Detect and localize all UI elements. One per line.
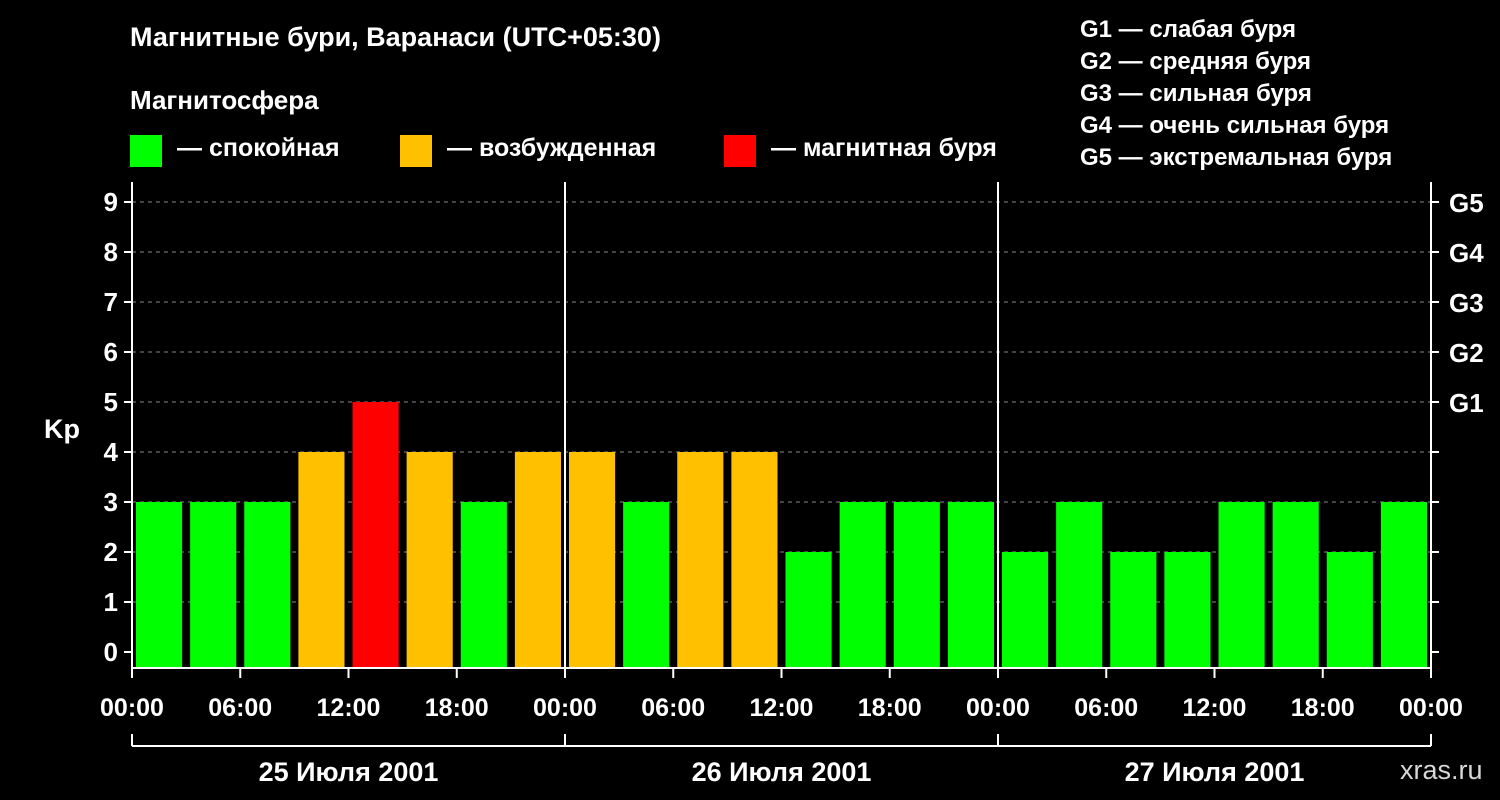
- x-tick-label: 00:00: [533, 694, 597, 722]
- watermark: xras.ru: [1400, 755, 1483, 785]
- y-tick-label: 4: [104, 437, 119, 467]
- x-tick-label: 00:00: [100, 694, 164, 722]
- y-axis-title: Kp: [44, 414, 80, 444]
- kp-bar: [406, 452, 453, 668]
- g-level-label: G3: [1449, 288, 1484, 318]
- x-tick-label: 12:00: [317, 694, 381, 722]
- day-label: 26 Июля 2001: [692, 757, 872, 787]
- kp-bar: [460, 502, 507, 668]
- g-level-label: G4: [1449, 238, 1484, 268]
- kp-bar: [569, 452, 616, 668]
- day-label: 27 Июля 2001: [1125, 757, 1305, 787]
- x-tick-label: 18:00: [1291, 694, 1355, 722]
- kp-bar: [1272, 502, 1319, 668]
- day-label: 25 Июля 2001: [259, 757, 439, 787]
- kp-bar: [298, 452, 345, 668]
- kp-bar: [244, 502, 291, 668]
- kp-bar: [1110, 552, 1157, 668]
- kp-bar: [190, 502, 237, 668]
- kp-bar: [1056, 502, 1103, 668]
- y-tick-label: 8: [104, 237, 118, 267]
- kp-bar: [1218, 502, 1265, 668]
- kp-bar: [947, 502, 994, 668]
- kp-bar: [677, 452, 724, 668]
- x-tick-label: 18:00: [425, 694, 489, 722]
- x-tick-label: 00:00: [966, 694, 1030, 722]
- x-tick-label: 06:00: [641, 694, 705, 722]
- kp-bar: [893, 502, 940, 668]
- x-tick-label: 12:00: [1183, 694, 1247, 722]
- kp-bar: [514, 452, 561, 668]
- kp-bar: [1326, 552, 1373, 668]
- y-tick-label: 5: [104, 387, 118, 417]
- kp-bar: [1380, 502, 1427, 668]
- kp-chart: 0 1 2 3 4 5 6 7 8 9 G1 G2 G3 G4 G5 Kp 00:00 06:00 12:00 18:…: [44, 182, 1484, 787]
- y-tick-label: 2: [104, 537, 118, 567]
- y-tick-label: 6: [104, 337, 118, 367]
- g-level-label: G2: [1449, 338, 1484, 368]
- y-tick-label: 9: [104, 187, 118, 217]
- kp-bar: [1164, 552, 1211, 668]
- g-level-label: G5: [1449, 188, 1484, 218]
- y-tick-label: 0: [104, 637, 118, 667]
- x-tick-label: 12:00: [750, 694, 814, 722]
- kp-bar: [731, 452, 778, 668]
- x-tick-label: 06:00: [208, 694, 272, 722]
- kp-bar: [785, 552, 832, 668]
- kp-bar: [352, 402, 399, 668]
- x-tick-label: 18:00: [858, 694, 922, 722]
- kp-bar: [1002, 552, 1049, 668]
- kp-bar: [623, 502, 670, 668]
- y-tick-label: 3: [104, 487, 118, 517]
- x-tick-label: 06:00: [1074, 694, 1138, 722]
- y-tick-label: 7: [104, 287, 118, 317]
- kp-bar: [839, 502, 886, 668]
- y-tick-label: 1: [104, 587, 118, 617]
- g-level-label: G1: [1449, 388, 1484, 418]
- kp-bar: [136, 502, 183, 668]
- x-tick-label: 00:00: [1399, 694, 1463, 722]
